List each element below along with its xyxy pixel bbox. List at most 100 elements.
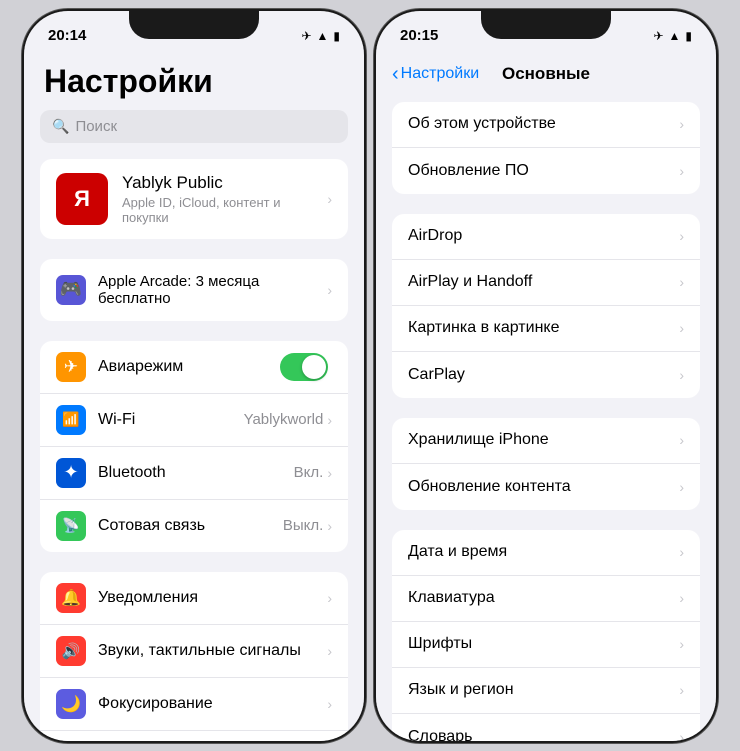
carplay-row[interactable]: CarPlay › [392, 352, 700, 398]
language-label: Язык и регион [408, 681, 679, 699]
fonts-row[interactable]: Шрифты › [392, 622, 700, 668]
keyboard-row[interactable]: Клавиатура › [392, 576, 700, 622]
wifi-chevron: › [327, 412, 332, 428]
profile-info: Yablyk Public Apple ID, iCloud, контент … [122, 173, 327, 225]
arcade-icon: 🎮 [56, 275, 86, 305]
bg-update-label: Обновление контента [408, 478, 679, 496]
iphone-storage-chevron: › [679, 432, 684, 448]
wifi-status-right: ▲ [669, 29, 681, 43]
time-left: 20:14 [48, 27, 86, 44]
about-chevron: › [679, 116, 684, 132]
datetime-group: Дата и время › Клавиатура › Шрифты › Я [392, 530, 700, 741]
cellular-content: Сотовая связь [98, 517, 283, 535]
settings-title: Настройки [24, 55, 364, 110]
pip-label: Картинка в картинке [408, 319, 679, 337]
cellular-value: Выкл. [283, 517, 323, 534]
cellular-row[interactable]: 📡 Сотовая связь Выкл. › [40, 500, 348, 552]
language-row[interactable]: Язык и регион › [392, 668, 700, 714]
profile-group: Я Yablyk Public Apple ID, iCloud, контен… [40, 159, 348, 239]
airdrop-row[interactable]: AirDrop › [392, 214, 700, 260]
fonts-chevron: › [679, 636, 684, 652]
screentime-row[interactable]: ⏱ Экранное время › [40, 731, 348, 741]
iphone-storage-label: Хранилище iPhone [408, 431, 679, 449]
right-content: Об этом устройстве › Обновление ПО › Air… [376, 94, 716, 741]
datetime-chevron: › [679, 544, 684, 560]
arcade-text: Apple Arcade: 3 месяца бесплатно [98, 273, 327, 307]
arcade-banner[interactable]: 🎮 Apple Arcade: 3 месяца бесплатно › [40, 259, 348, 321]
arcade-chevron: › [327, 282, 332, 298]
software-update-row[interactable]: Обновление ПО › [392, 148, 700, 194]
notifications-row[interactable]: 🔔 Уведомления › [40, 572, 348, 625]
fonts-label: Шрифты [408, 635, 679, 653]
battery-status-right: ▮ [685, 29, 692, 43]
left-screen: Настройки 🔍 Поиск Я Yablyk Public Apple [24, 55, 364, 741]
airdrop-label: AirDrop [408, 227, 679, 245]
nav-back-button[interactable]: ‹ Настройки [392, 63, 479, 86]
bluetooth-label: Bluetooth [98, 464, 166, 481]
right-screen: ‹ Настройки Основные Об этом устройстве … [376, 55, 716, 741]
about-label: Об этом устройстве [408, 115, 679, 133]
airplane-icon: ✈ [56, 352, 86, 382]
toggle-circle [302, 355, 326, 379]
battery-status-icon: ▮ [333, 29, 340, 43]
notifications-content: Уведомления [98, 589, 327, 607]
profile-name: Yablyk Public [122, 173, 327, 193]
nav-back-label: Настройки [401, 65, 479, 83]
wifi-label: Wi-Fi [98, 411, 135, 428]
dictionary-row[interactable]: Словарь › [392, 714, 700, 741]
sharing-group: AirDrop › AirPlay и Handoff › Картинка в… [392, 214, 700, 398]
profile-avatar: Я [56, 173, 108, 225]
sounds-label: Звуки, тактильные сигналы [98, 642, 301, 659]
datetime-label: Дата и время [408, 543, 679, 561]
software-update-label: Обновление ПО [408, 162, 679, 180]
notifications-chevron: › [327, 590, 332, 606]
left-phone: 20:14 ✈ ▲ ▮ Настройки 🔍 Поиск [24, 11, 364, 741]
time-right: 20:15 [400, 27, 438, 44]
profile-chevron: › [327, 191, 332, 207]
profile-subtitle: Apple ID, iCloud, контент и покупки [122, 195, 327, 225]
bg-update-row[interactable]: Обновление контента › [392, 464, 700, 510]
cellular-icon: 📡 [56, 511, 86, 541]
bg-update-chevron: › [679, 479, 684, 495]
carplay-chevron: › [679, 367, 684, 383]
sounds-row[interactable]: 🔊 Звуки, тактильные сигналы › [40, 625, 348, 678]
search-icon: 🔍 [52, 118, 69, 135]
connectivity-group: ✈ Авиарежим 📶 Wi-Fi Y [40, 341, 348, 552]
search-bar[interactable]: 🔍 Поиск [40, 110, 348, 143]
bluetooth-row[interactable]: ✦ Bluetooth Вкл. › [40, 447, 348, 500]
notch [129, 11, 259, 39]
airplane-toggle[interactable] [280, 353, 328, 381]
focus-row[interactable]: 🌙 Фокусирование › [40, 678, 348, 731]
airdrop-chevron: › [679, 228, 684, 244]
nav-title: Основные [502, 64, 590, 84]
bluetooth-icon: ✦ [56, 458, 86, 488]
about-row[interactable]: Об этом устройстве › [392, 102, 700, 148]
bluetooth-content: Bluetooth [98, 464, 294, 482]
notch-right [481, 11, 611, 39]
keyboard-label: Клавиатура [408, 589, 679, 607]
wifi-status-icon: ▲ [317, 29, 329, 43]
search-placeholder: Поиск [75, 118, 117, 135]
profile-row[interactable]: Я Yablyk Public Apple ID, iCloud, контен… [40, 159, 348, 239]
notifications-group: 🔔 Уведомления › 🔊 Звуки, тактильные сигн… [40, 572, 348, 741]
pip-row[interactable]: Картинка в картинке › [392, 306, 700, 352]
carplay-label: CarPlay [408, 366, 679, 384]
right-phone: 20:15 ✈ ▲ ▮ ‹ Настройки Основные [376, 11, 716, 741]
airplay-handoff-row[interactable]: AirPlay и Handoff › [392, 260, 700, 306]
bluetooth-chevron: › [327, 465, 332, 481]
focus-label: Фокусирование [98, 695, 213, 712]
cellular-label: Сотовая связь [98, 517, 205, 534]
device-group: Об этом устройстве › Обновление ПО › [392, 102, 700, 194]
airplane-mode-row[interactable]: ✈ Авиарежим [40, 341, 348, 394]
status-icons-right: ✈ ▲ ▮ [653, 29, 692, 43]
notifications-icon: 🔔 [56, 583, 86, 613]
iphone-storage-row[interactable]: Хранилище iPhone › [392, 418, 700, 464]
wifi-content: Wi-Fi [98, 411, 244, 429]
airplay-handoff-chevron: › [679, 274, 684, 290]
keyboard-chevron: › [679, 590, 684, 606]
wifi-row[interactable]: 📶 Wi-Fi Yablykworld › [40, 394, 348, 447]
airplane-content: Авиарежим [98, 358, 280, 376]
airplane-status-icon: ✈ [301, 29, 311, 43]
datetime-row[interactable]: Дата и время › [392, 530, 700, 576]
status-icons-left: ✈ ▲ ▮ [301, 29, 340, 43]
